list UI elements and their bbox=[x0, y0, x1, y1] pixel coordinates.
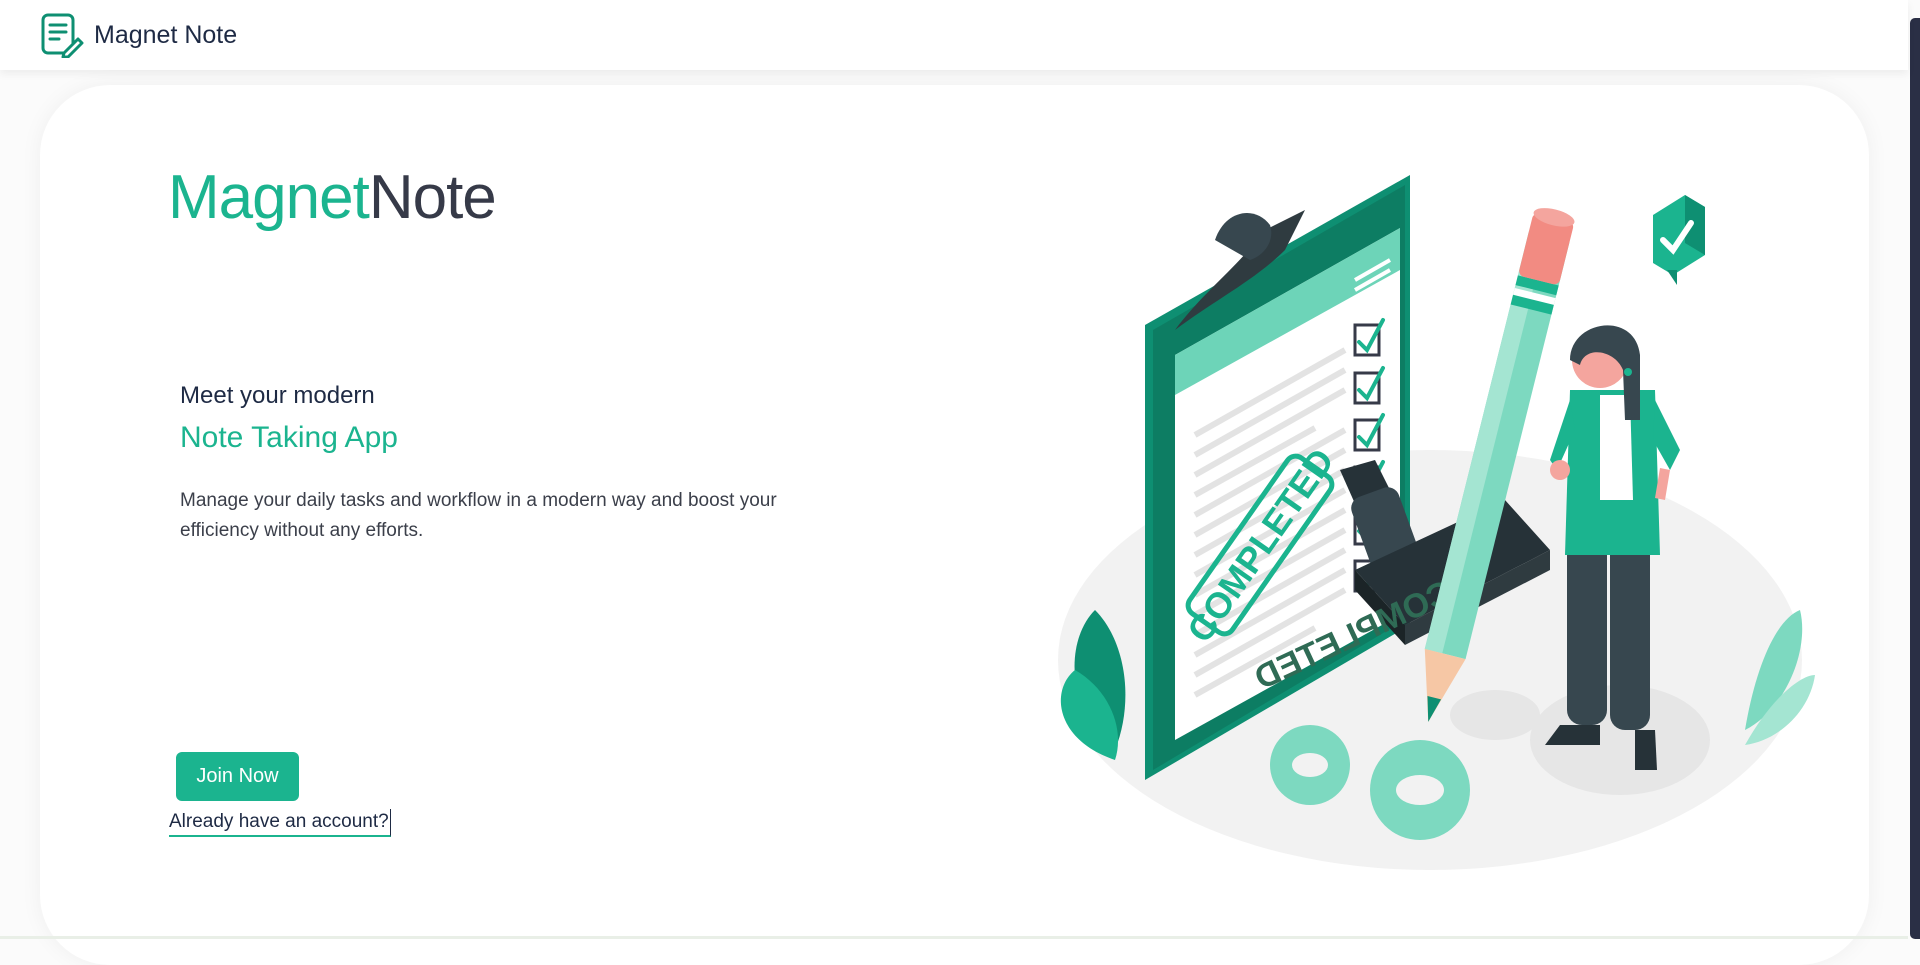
hero-logo: MagnetNote bbox=[168, 163, 497, 233]
completed-checklist-illustration: COMPLETED COMPLETED bbox=[1058, 175, 1815, 870]
hero-headline: Note Taking App bbox=[180, 421, 398, 454]
page-scrollbar[interactable] bbox=[1910, 18, 1920, 939]
logo-magnet-text: Magnet bbox=[168, 163, 370, 232]
brand-home-link[interactable]: Magnet Note bbox=[40, 12, 237, 58]
join-now-button[interactable]: Join Now bbox=[176, 752, 299, 801]
login-link[interactable]: Already have an account? bbox=[169, 809, 391, 837]
top-navbar: Magnet Note bbox=[0, 0, 1908, 70]
logo-note-text: Note bbox=[368, 163, 497, 232]
hero-description: Manage your daily tasks and workflow in … bbox=[180, 490, 777, 541]
hero-tagline: Meet your modern bbox=[180, 382, 375, 409]
note-pencil-icon bbox=[41, 13, 84, 58]
brand-name: Magnet Note bbox=[94, 20, 238, 49]
